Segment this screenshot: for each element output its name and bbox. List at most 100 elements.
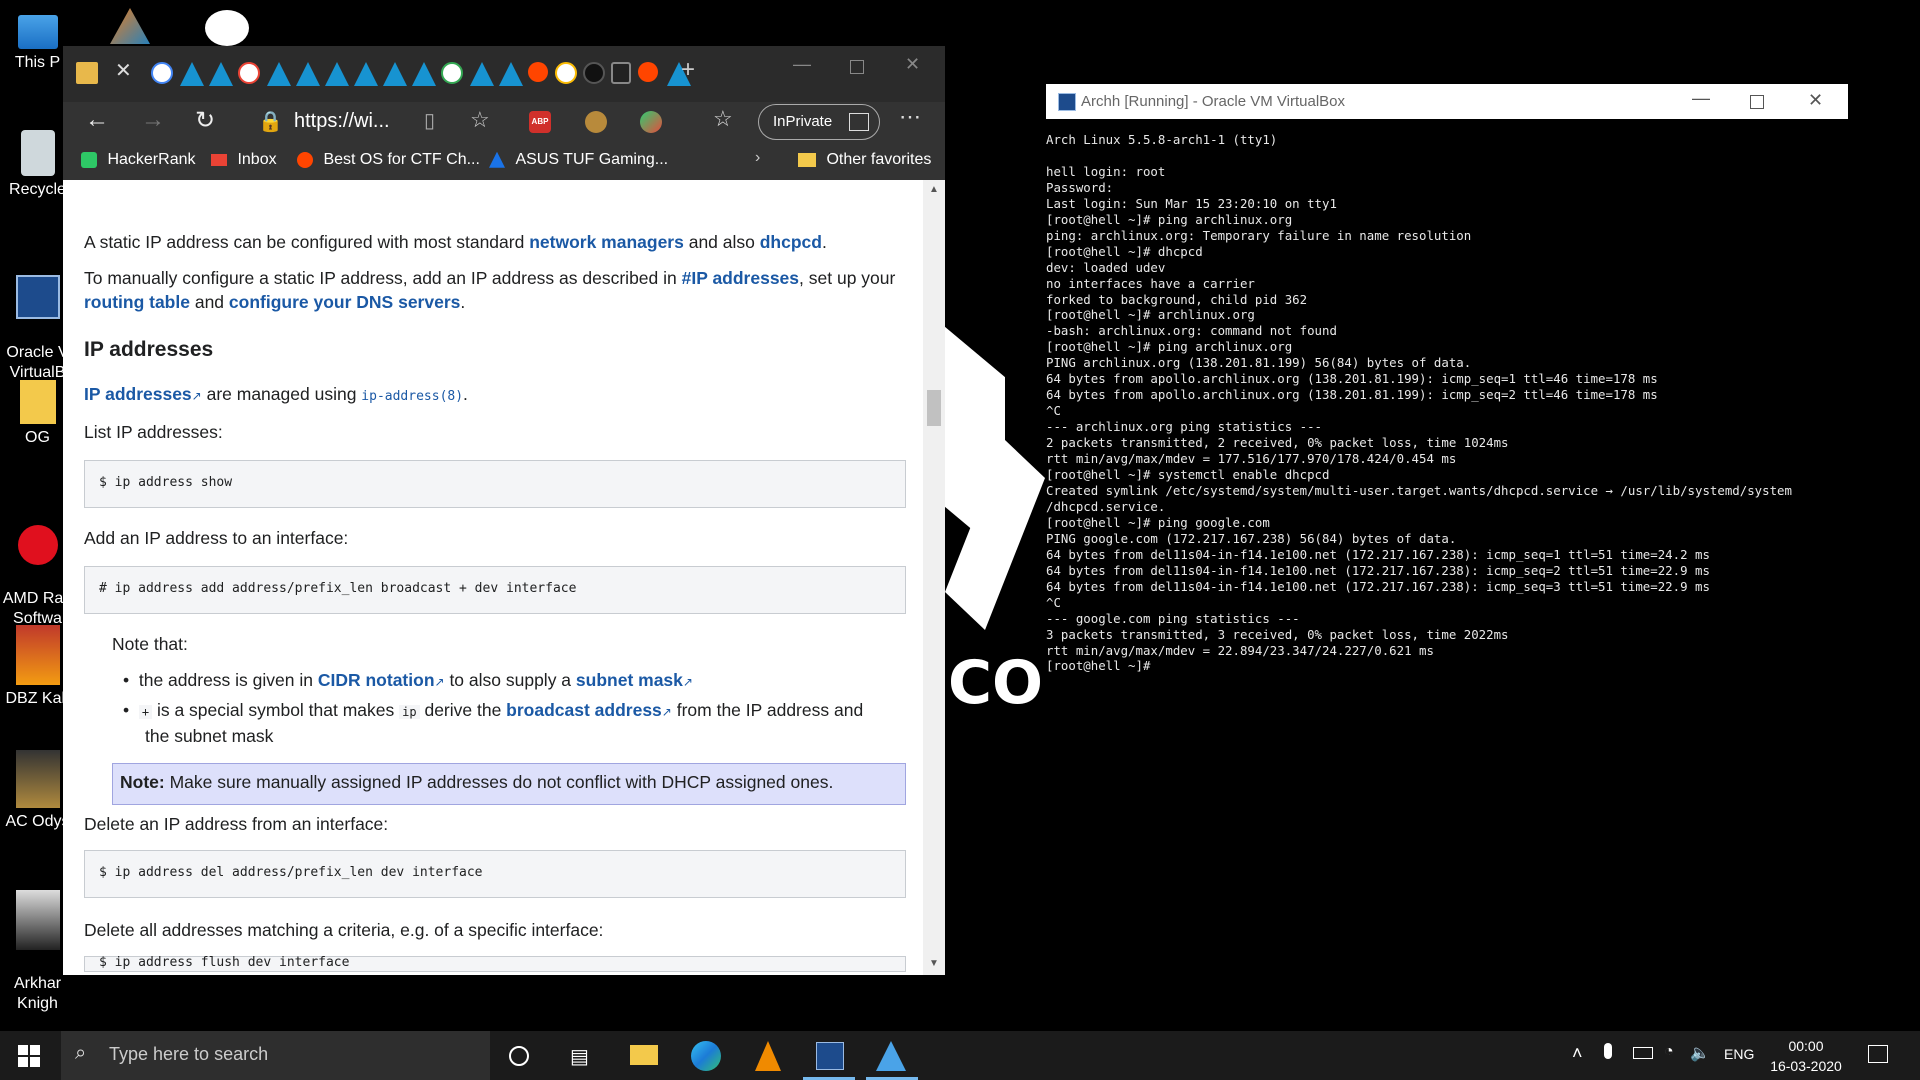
maximize-icon[interactable] <box>1750 95 1764 109</box>
volume-icon[interactable]: 🔈 <box>1690 1043 1710 1063</box>
edge-icon[interactable] <box>691 1041 721 1071</box>
link-cidr[interactable]: CIDR notation <box>318 670 435 690</box>
favorite-star-icon[interactable]: ☆ <box>470 107 490 133</box>
vm-console[interactable]: Arch Linux 5.5.8-arch1-1 (tty1) hell log… <box>1046 119 1848 721</box>
link-ip-address-man[interactable]: ip-address(8) <box>361 389 463 404</box>
desktop-icon-label: Recycle <box>9 181 66 198</box>
tab-google[interactable] <box>441 62 463 84</box>
inline-code: ip <box>399 705 420 719</box>
more-menu-icon[interactable]: ⋯ <box>899 104 921 130</box>
search-icon: ⌕ <box>75 1042 87 1064</box>
cortana-icon[interactable] <box>509 1046 529 1066</box>
start-button[interactable] <box>18 1045 40 1067</box>
close-tab-icon[interactable]: ✕ <box>115 58 132 83</box>
bullet-dot: • <box>123 670 139 690</box>
inprivate-badge[interactable]: InPrivate <box>758 104 880 140</box>
battery-icon[interactable] <box>1633 1047 1653 1059</box>
minimize-icon[interactable]: — <box>793 54 811 75</box>
address-bar[interactable]: 🔒 https://wi... ▯ ☆ <box>246 104 516 140</box>
tab-google[interactable] <box>238 62 260 84</box>
hackerrank-icon <box>81 151 97 168</box>
adblock-icon[interactable]: ABP <box>529 111 551 133</box>
text: the address is given in <box>138 670 318 690</box>
virtualbox-taskbar-icon[interactable] <box>816 1042 844 1070</box>
wifi-icon[interactable]: ◔ <box>1664 1043 1674 1061</box>
notification-icon[interactable] <box>1868 1045 1888 1063</box>
other-favorites[interactable]: Other favorites <box>798 151 931 169</box>
minimize-icon[interactable]: — <box>1692 88 1710 109</box>
favorite-asus[interactable]: ASUS TUF Gaming... <box>489 151 668 169</box>
wallpaper-text: CO <box>948 648 1044 718</box>
tab-reddit[interactable] <box>528 62 548 82</box>
tab-google[interactable] <box>555 62 577 84</box>
tab-google[interactable] <box>151 62 173 84</box>
scrollbar[interactable]: ▲ ▼ <box>923 180 945 975</box>
tab-arch[interactable] <box>499 62 523 86</box>
game-icon[interactable] <box>205 10 249 46</box>
asus-icon <box>489 151 505 168</box>
code-block: # ip address add address/prefix_len broa… <box>84 566 906 614</box>
text: . <box>460 292 466 312</box>
favorite-inbox[interactable]: Inbox <box>211 151 277 169</box>
tab-arch[interactable] <box>267 62 291 86</box>
link-ip-addresses-external[interactable]: IP addresses <box>84 384 192 404</box>
scroll-up-icon[interactable]: ▲ <box>929 184 939 195</box>
search-box[interactable]: ⌕ Type here to search <box>61 1031 490 1080</box>
extension-icon[interactable] <box>585 111 607 133</box>
tab-arch[interactable] <box>180 62 204 86</box>
tab-arch[interactable] <box>412 62 436 86</box>
virtualbox-icon <box>1058 93 1076 111</box>
tab-arch[interactable] <box>354 62 378 86</box>
favorite-best-os[interactable]: Best OS for CTF Ch... <box>297 151 480 169</box>
link-dhcpcd[interactable]: dhcpcd <box>760 232 822 252</box>
tab-arch[interactable] <box>383 62 407 86</box>
tab-github[interactable] <box>583 62 605 84</box>
tab-actions-icon[interactable] <box>76 62 98 84</box>
tab-arch[interactable] <box>209 62 233 86</box>
tab-arch[interactable] <box>325 62 349 86</box>
chevron-up-icon[interactable]: ˄ <box>1572 1043 1583 1064</box>
favorite-label: HackerRank <box>107 151 196 168</box>
paragraph-managed: IP addresses↗ are managed using ip-addre… <box>84 382 468 409</box>
dbz-game-icon <box>15 625 60 685</box>
tab-arch[interactable] <box>470 62 494 86</box>
tab-json[interactable] <box>611 62 631 84</box>
link-network-managers[interactable]: network managers <box>529 232 684 252</box>
link-subnet-mask[interactable]: subnet mask <box>576 670 683 690</box>
note-box: Note: Make sure manually assigned IP add… <box>112 763 906 805</box>
read-aloud-icon[interactable]: ▯ <box>424 108 435 133</box>
text: and also <box>683 232 760 252</box>
back-icon[interactable]: ← <box>85 106 109 134</box>
close-window-icon[interactable]: ✕ <box>1808 90 1823 111</box>
extension-icon[interactable] <box>640 111 662 133</box>
forward-icon[interactable]: → <box>141 106 165 134</box>
favorite-hackerrank[interactable]: HackerRank <box>81 151 195 169</box>
vlc-icon[interactable] <box>755 1041 781 1071</box>
new-tab-icon[interactable]: + <box>681 56 695 84</box>
link-configure-dns[interactable]: configure your DNS servers <box>229 292 460 312</box>
close-window-icon[interactable]: ✕ <box>905 54 920 75</box>
language-indicator[interactable]: ENG <box>1724 1046 1754 1062</box>
scrollbar-thumb[interactable] <box>927 390 941 426</box>
tab-arch[interactable] <box>296 62 320 86</box>
file-explorer-icon[interactable] <box>630 1045 658 1065</box>
link-broadcast-address[interactable]: broadcast address <box>506 700 662 720</box>
matlab-icon[interactable] <box>110 8 150 44</box>
maximize-icon[interactable] <box>850 60 864 74</box>
clock[interactable]: 00:00 16-03-2020 <box>1766 1036 1846 1076</box>
refresh-icon[interactable]: ↻ <box>195 106 215 135</box>
url-text: https://wi... <box>294 110 390 132</box>
chevron-right-icon[interactable]: › <box>755 149 760 167</box>
task-view-icon[interactable]: ▤ <box>570 1044 589 1069</box>
amd-radeon-icon <box>17 525 58 565</box>
bullet-item: • the address is given in CIDR notation ↗… <box>123 668 693 694</box>
link-routing-table[interactable]: routing table <box>84 292 190 312</box>
microphone-icon[interactable] <box>1604 1043 1612 1059</box>
flush-label: Delete all addresses matching a criteria… <box>84 920 604 940</box>
link-ip-addresses[interactable]: #IP addresses <box>682 268 799 288</box>
scroll-down-icon[interactable]: ▼ <box>929 958 939 969</box>
tab-reddit[interactable] <box>638 62 658 82</box>
favorites-collection-icon[interactable]: ☆ <box>713 106 733 132</box>
asus-taskbar-icon[interactable] <box>876 1041 906 1071</box>
external-link-icon: ↗ <box>682 675 693 689</box>
